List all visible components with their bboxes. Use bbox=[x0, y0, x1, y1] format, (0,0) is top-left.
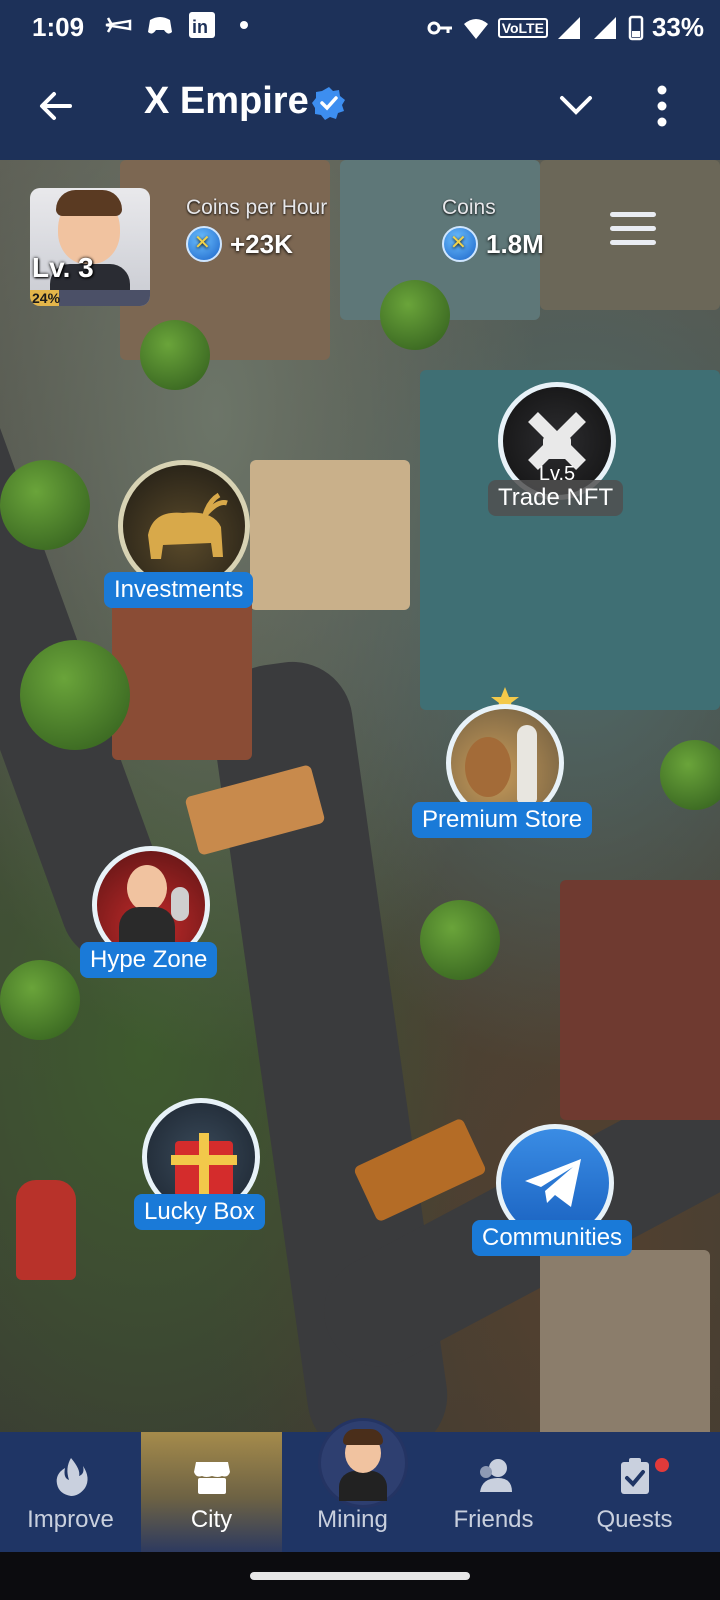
bank-building bbox=[250, 460, 410, 610]
investments-label: Investments bbox=[104, 572, 254, 608]
chevron-down-icon[interactable] bbox=[558, 90, 594, 120]
profile-avatar-card[interactable]: Lv. 3 24% bbox=[30, 188, 150, 306]
friends-icon bbox=[479, 1459, 512, 1492]
coins-stat: Coins 1.8M bbox=[442, 196, 544, 262]
status-bar: 1:09 in VoLTE 33% bbox=[0, 0, 720, 56]
coins-value: 1.8M bbox=[486, 228, 544, 259]
verified-badge-icon bbox=[312, 87, 345, 120]
building bbox=[540, 1250, 710, 1432]
level-label: Lv. 3 bbox=[32, 252, 94, 283]
level-progress-label: 24% bbox=[32, 290, 61, 306]
nav-mining-label: Mining bbox=[317, 1506, 388, 1533]
lucky-box-label: Lucky Box bbox=[134, 1194, 265, 1230]
signal-icon bbox=[557, 16, 580, 39]
coins-row: 1.8M bbox=[442, 226, 544, 262]
tree bbox=[20, 640, 130, 750]
premium-store-label: Premium Store bbox=[412, 802, 593, 838]
home-gesture-pill[interactable] bbox=[250, 1572, 470, 1580]
nav-improve[interactable]: Improve bbox=[0, 1432, 141, 1552]
status-system-icons: VoLTE 33% bbox=[426, 12, 704, 43]
red-kiosk bbox=[16, 1180, 76, 1280]
nav-city-label: City bbox=[190, 1506, 233, 1533]
airplane-icon bbox=[105, 17, 132, 33]
tree bbox=[420, 900, 500, 980]
coins-per-hour-label: Coins per Hour bbox=[186, 196, 328, 219]
nav-friends-label: Friends bbox=[453, 1506, 534, 1533]
nav-quests-label: Quests bbox=[596, 1506, 673, 1533]
coins-per-hour-value: +23K bbox=[230, 228, 293, 259]
menu-hamburger-icon[interactable] bbox=[610, 212, 656, 246]
mining-avatar-body bbox=[339, 1471, 387, 1501]
volte-indicator: VoLTE bbox=[497, 17, 548, 38]
wifi-icon bbox=[463, 18, 488, 39]
back-arrow-icon[interactable] bbox=[36, 86, 76, 126]
tree bbox=[140, 320, 210, 390]
store-icon bbox=[193, 1462, 230, 1494]
tree bbox=[380, 280, 450, 350]
coins-per-hour-row: +23K bbox=[186, 226, 327, 262]
mining-avatar-hair bbox=[343, 1429, 383, 1445]
nav-improve-label: Improve bbox=[27, 1506, 114, 1533]
flame-icon bbox=[56, 1458, 88, 1496]
hype-zone-label: Hype Zone bbox=[80, 942, 218, 978]
nav-quests[interactable]: Quests bbox=[564, 1432, 705, 1552]
tree bbox=[0, 960, 80, 1040]
dot-icon bbox=[240, 21, 248, 29]
coins-label: Coins bbox=[442, 196, 496, 219]
gesture-bar bbox=[0, 1552, 720, 1600]
key-icon bbox=[427, 21, 452, 34]
status-time: 1:09 bbox=[32, 12, 85, 42]
mining-avatar[interactable] bbox=[318, 1418, 408, 1508]
tree bbox=[0, 460, 90, 550]
linkedin-icon: in bbox=[189, 12, 215, 38]
trade-nft-label: Trade NFT bbox=[488, 480, 624, 516]
quests-notification-badge bbox=[655, 1458, 669, 1472]
gamepad-icon bbox=[148, 17, 172, 34]
avatar-hair bbox=[56, 190, 122, 216]
signal-icon-2 bbox=[593, 16, 616, 39]
battery-icon bbox=[628, 15, 644, 40]
coin-icon bbox=[442, 226, 478, 262]
app-bar: X Empire bbox=[0, 56, 720, 160]
status-notification-icons: in bbox=[104, 12, 258, 38]
pirate-building bbox=[560, 880, 720, 1120]
nav-friends[interactable]: Friends bbox=[423, 1432, 564, 1552]
clipboard-check-icon bbox=[620, 1458, 649, 1494]
tree bbox=[660, 740, 720, 810]
nav-city[interactable]: City bbox=[141, 1432, 282, 1552]
more-vert-icon[interactable] bbox=[656, 84, 668, 128]
building bbox=[112, 590, 252, 760]
battery-percent: 33% bbox=[651, 12, 704, 42]
communities-label: Communities bbox=[472, 1220, 633, 1256]
page-title: X Empire bbox=[144, 80, 309, 122]
coins-per-hour-stat: Coins per Hour +23K bbox=[186, 196, 327, 262]
coin-icon bbox=[186, 226, 222, 262]
svg-text:in: in bbox=[192, 17, 208, 37]
